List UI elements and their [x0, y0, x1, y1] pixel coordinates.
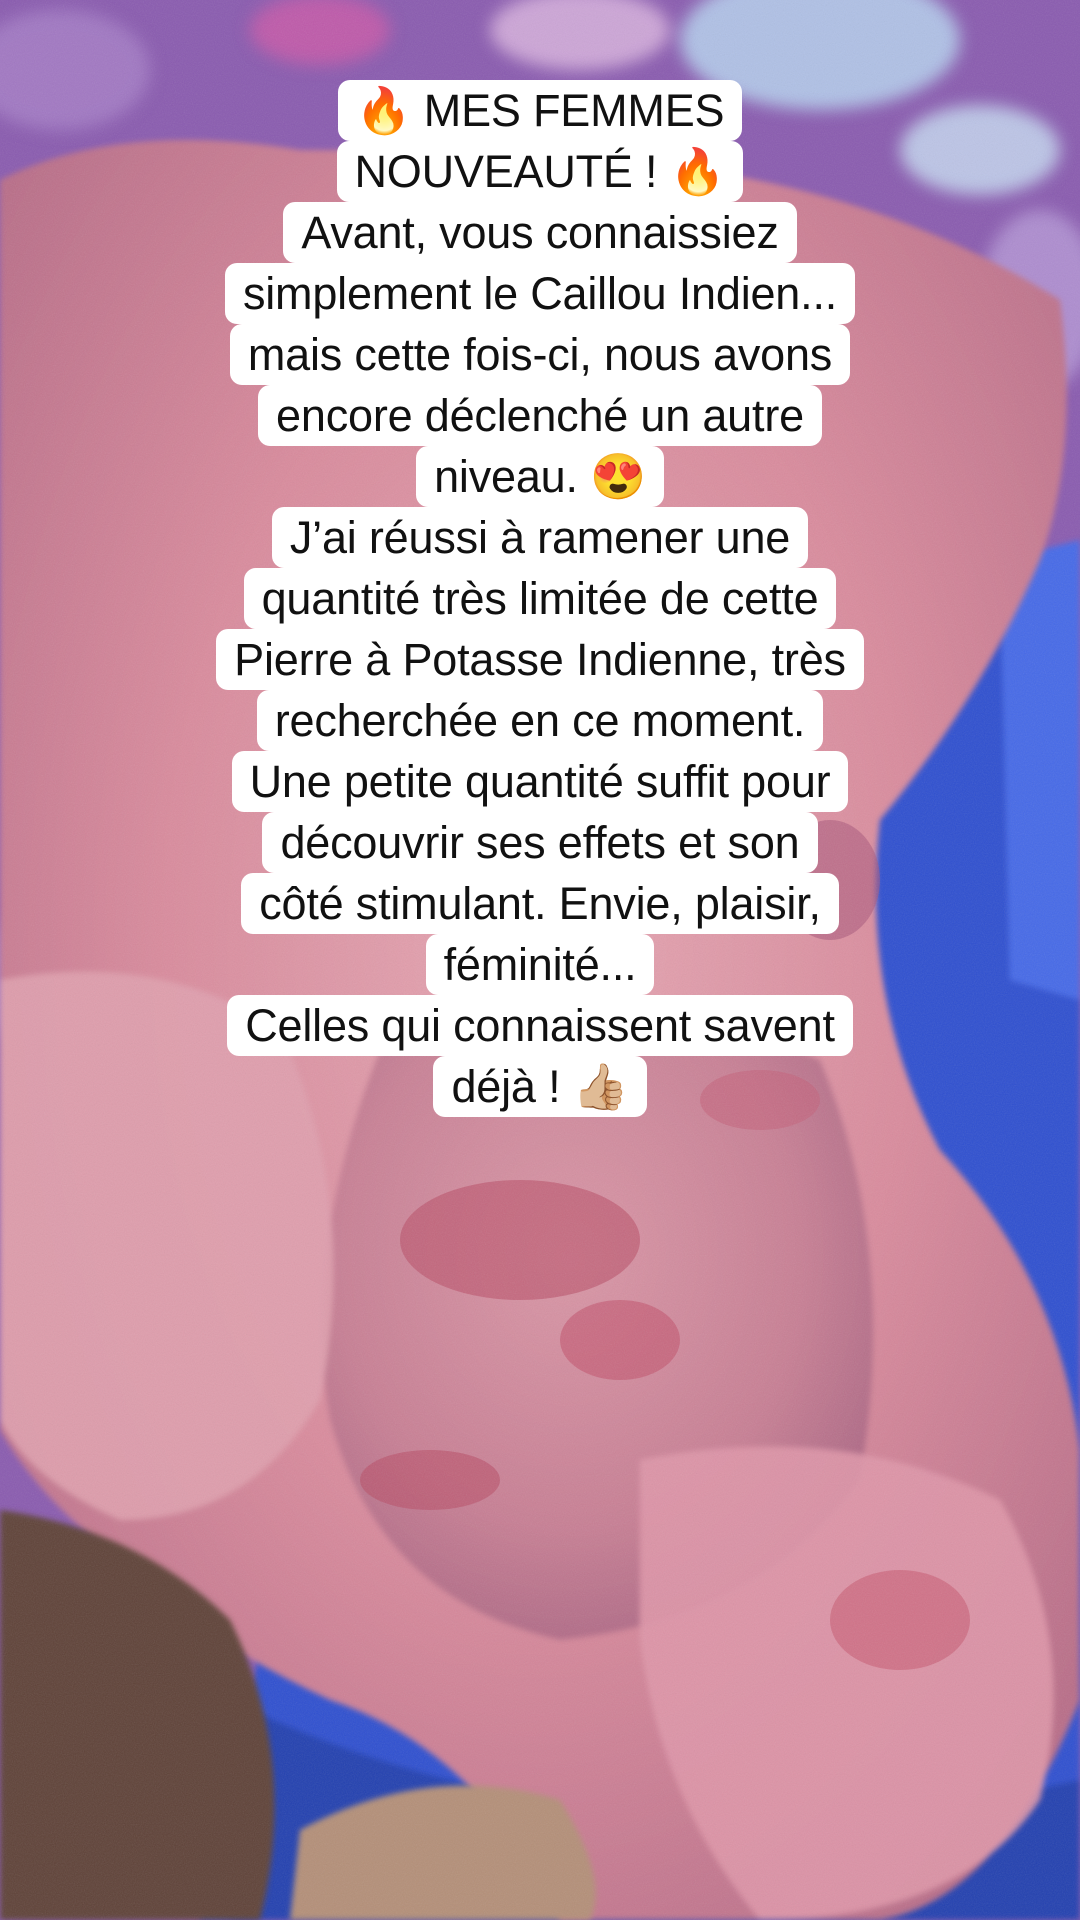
photo-scene: 🔥 MES FEMMES NOUVEAUTÉ ! 🔥 Avant, vous c… — [0, 0, 1080, 1920]
caption-line: encore déclenché un autre — [258, 385, 822, 446]
caption-line: Avant, vous connaissiez — [283, 202, 797, 263]
caption-line: Celles qui connaissent savent — [227, 995, 853, 1056]
caption-line: féminité... — [425, 934, 655, 995]
caption-line: 🔥 MES FEMMES — [337, 80, 743, 141]
caption-line: J’ai réussi à ramener une — [271, 507, 809, 568]
caption-line: niveau. 😍 — [416, 446, 664, 507]
caption-line: découvrir ses effets et son — [262, 812, 818, 873]
caption-overlay: 🔥 MES FEMMES NOUVEAUTÉ ! 🔥 Avant, vous c… — [0, 80, 1080, 1117]
caption-line: NOUVEAUTÉ ! 🔥 — [336, 141, 744, 202]
caption-line: quantité très limitée de cette — [243, 568, 837, 629]
caption-line: simplement le Caillou Indien... — [224, 263, 856, 324]
caption-line: déjà ! 👍🏼 — [433, 1056, 647, 1117]
caption-line: recherchée en ce moment. — [256, 690, 824, 751]
caption-line: Une petite quantité suffit pour — [231, 751, 849, 812]
caption-line: côté stimulant. Envie, plaisir, — [241, 873, 839, 934]
caption-line: mais cette fois-ci, nous avons — [229, 324, 851, 385]
caption-line: Pierre à Potasse Indienne, très — [216, 629, 864, 690]
